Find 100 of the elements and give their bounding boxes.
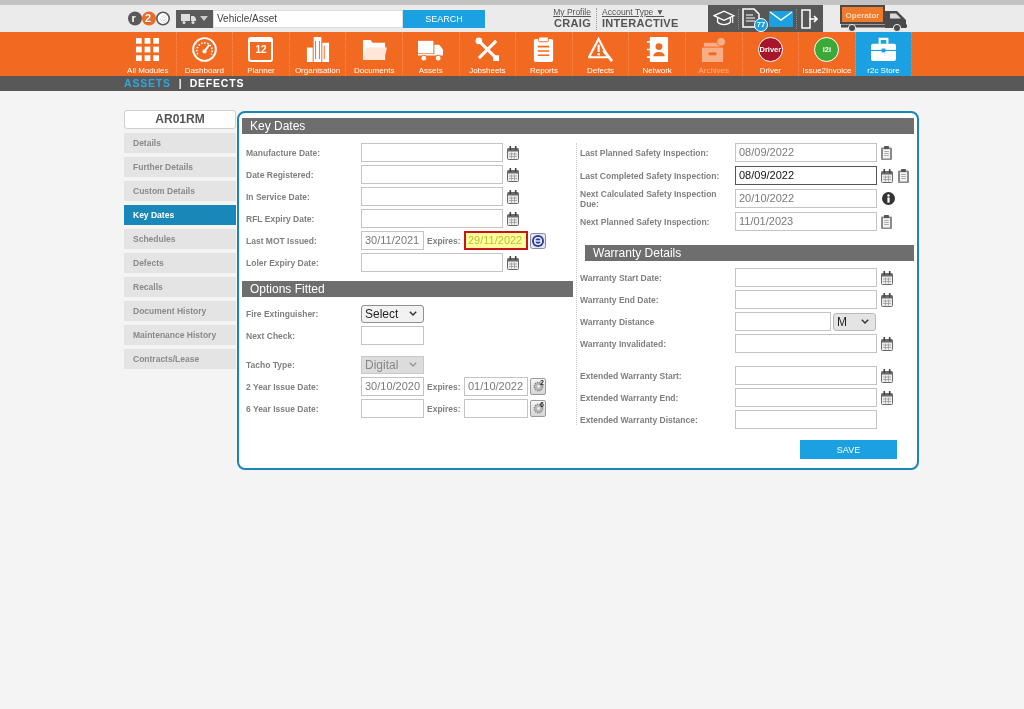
subnav-tab[interactable]: ASSETS (124, 77, 171, 90)
calendar-icon[interactable] (507, 255, 519, 270)
tools-icon (474, 37, 500, 62)
calendar-icon[interactable] (881, 390, 893, 405)
sidebar-tab[interactable]: Recalls (124, 277, 236, 297)
section-header: Key Dates (242, 118, 914, 134)
calendar-icon[interactable] (507, 145, 519, 160)
field-label: Next Planned Safety Inspection: (579, 216, 711, 227)
text-field[interactable] (735, 410, 877, 429)
date-field[interactable]: 08/09/2022 (735, 166, 877, 185)
calendar-icon[interactable] (881, 292, 893, 307)
account-type-value: INTERACTIVE (602, 17, 679, 30)
date-field[interactable]: 11/01/2023 (735, 212, 877, 231)
gear-icon (532, 381, 544, 392)
date-field[interactable]: 29/11/2022 (464, 231, 528, 250)
field-label: Tacho Type: (245, 359, 296, 370)
calendar-icon[interactable] (507, 189, 519, 204)
field-label: Warranty Distance (579, 316, 656, 327)
text-field[interactable] (361, 326, 424, 345)
field-label: Last MOT Issued: (245, 235, 318, 246)
caret-icon (409, 362, 417, 367)
field-label: Warranty Invalidated: (579, 338, 668, 349)
field-label: Manufacture Date: (245, 147, 322, 158)
gauge-icon (191, 37, 217, 62)
sidebar-tab[interactable]: Document History (124, 301, 236, 321)
sidebar-tab[interactable]: Schedules (124, 229, 236, 249)
calendar-icon[interactable] (881, 336, 893, 351)
operator-logo: Operator (840, 5, 909, 32)
date-field[interactable] (735, 366, 877, 385)
module-button[interactable]: r2c Store (855, 32, 913, 76)
text-field[interactable] (735, 312, 831, 331)
sidebar-tab[interactable]: Further Details (124, 157, 236, 177)
vehicle-type-dropdown[interactable] (176, 9, 213, 28)
field-label: Expires: (427, 403, 462, 414)
sidebar-tab[interactable]: Contracts/Lease (124, 349, 236, 369)
date-field[interactable] (735, 268, 877, 287)
info-icon[interactable] (882, 192, 895, 205)
field-label: Next Calculated Safety Inspection Due: (579, 188, 718, 209)
field-label: Extended Warranty Start: (579, 370, 683, 381)
account-type-link[interactable]: Account Type ▼ (602, 7, 665, 17)
clipboard-icon[interactable] (898, 168, 909, 183)
calendar-icon[interactable] (507, 167, 519, 182)
search-field[interactable]: Vehicle/Asset (213, 9, 403, 28)
address-book-icon (644, 37, 670, 62)
graduation-cap-icon[interactable] (712, 10, 735, 27)
dropdown[interactable]: M (833, 312, 876, 331)
section-header: Options Fitted (242, 281, 573, 297)
dropdown[interactable]: Select (361, 304, 424, 323)
folder-icon (361, 37, 387, 62)
date-field[interactable] (361, 209, 503, 228)
field-label: Extended Warranty Distance: (579, 414, 699, 425)
sidebar-tab[interactable]: Custom Details (124, 181, 236, 201)
date-field[interactable] (735, 334, 877, 353)
date-field[interactable]: 01/10/2022 (464, 377, 528, 396)
date-field[interactable]: 30/11/2021 (361, 231, 424, 250)
date-field[interactable] (735, 388, 877, 407)
sidebar-tab[interactable]: Defects (124, 253, 236, 273)
calendar-icon[interactable] (881, 168, 893, 183)
buildings-icon (305, 37, 331, 62)
drawer-icon (701, 37, 727, 62)
field-label: RFL Expiry Date: (245, 213, 316, 224)
date-field[interactable] (735, 290, 877, 309)
caret-icon (861, 319, 869, 324)
subnav-tab[interactable]: DEFECTS (189, 77, 245, 90)
calendar-icon[interactable] (881, 270, 893, 285)
calendar-icon[interactable] (507, 211, 519, 226)
emblem-icon[interactable] (530, 232, 546, 249)
field-label: In Service Date: (245, 191, 311, 202)
section-header: Warranty Details (585, 245, 914, 261)
date-field[interactable] (464, 399, 528, 418)
sidebar-tab[interactable]: Maintenance History (124, 325, 236, 345)
field-label: 6 Year Issue Date: (245, 403, 320, 414)
date-field[interactable] (361, 399, 424, 418)
date-field[interactable]: 08/09/2022 (735, 143, 877, 162)
field-label: Last Completed Safety Inspection: (579, 170, 721, 181)
date-field[interactable] (361, 253, 503, 272)
exit-icon[interactable] (800, 8, 819, 29)
date-field[interactable] (361, 165, 503, 184)
sidebar-tab[interactable]: Key Dates (124, 205, 236, 225)
field-label: Warranty End Date: (579, 294, 660, 305)
calendar-icon[interactable] (881, 368, 893, 383)
date-field[interactable]: 20/10/2022 (735, 189, 877, 208)
field-label: 2 Year Issue Date: (245, 381, 320, 392)
date-field[interactable] (361, 187, 503, 206)
date-field[interactable] (361, 143, 503, 162)
save-button[interactable]: SAVE (800, 440, 897, 459)
field-label: Fire Extinguisher: (245, 308, 320, 319)
profile-link[interactable]: My Profile (553, 7, 591, 17)
field-label: Loler Expiry Date: (245, 257, 320, 268)
clipboard-icon[interactable] (881, 214, 892, 229)
search-button[interactable]: SEARCH (403, 9, 485, 28)
date-field[interactable]: 30/10/2020 (361, 377, 424, 396)
field-label: Date Registered: (245, 169, 315, 180)
clipboard-icon[interactable] (881, 145, 892, 160)
mail-icon[interactable] (769, 10, 794, 27)
caret-icon (200, 16, 208, 21)
calendar-icon: 12 (248, 37, 274, 62)
field-label: Extended Warranty End: (579, 392, 680, 403)
sidebar-tab[interactable]: Details (124, 133, 236, 153)
asset-title: AR01RM (124, 110, 236, 129)
